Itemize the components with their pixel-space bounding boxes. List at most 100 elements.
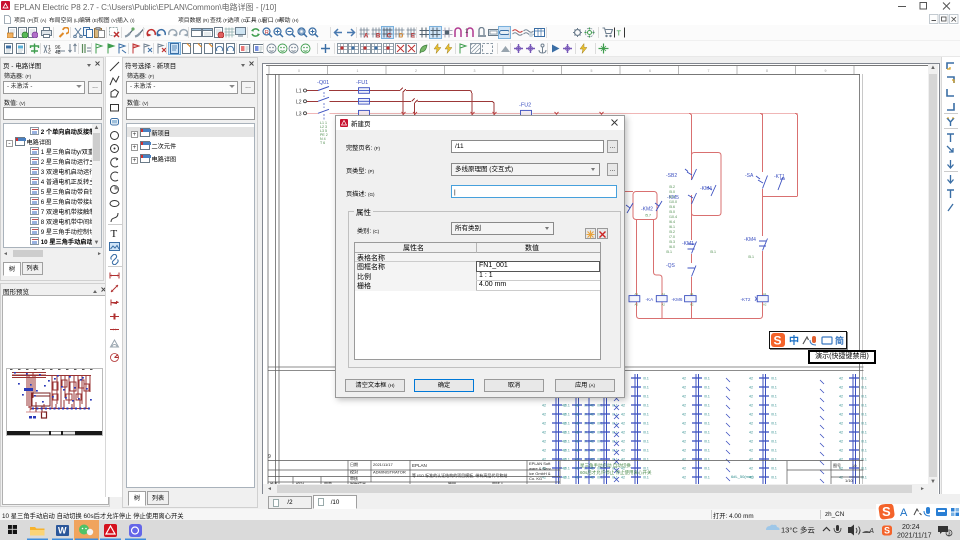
- svg-text:42: 42: [749, 449, 753, 453]
- svg-text:1: 1: [357, 69, 359, 73]
- svg-text:L2: L2: [296, 99, 302, 105]
- svg-text:42: 42: [621, 431, 625, 435]
- svg-text:/0.1: /0.1: [704, 395, 710, 399]
- svg-text:0: 0: [298, 69, 300, 73]
- svg-text:/0.1: /0.1: [704, 386, 710, 390]
- svg-text:42: 42: [839, 458, 843, 462]
- svg-text:/0.1: /0.1: [861, 404, 867, 408]
- svg-text:42: 42: [749, 458, 753, 462]
- svg-text:Co. KG: Co. KG: [529, 476, 542, 481]
- svg-text:/10.4: /10.4: [669, 215, 677, 219]
- svg-text:/0.1: /0.1: [771, 404, 777, 408]
- svg-text:T: T: [111, 228, 118, 238]
- svg-text:13°C 多云: 13°C 多云: [781, 525, 815, 535]
- svg-text:L3: L3: [296, 111, 302, 117]
- svg-text:-SB2: -SB2: [666, 173, 677, 179]
- svg-text:42: 42: [562, 476, 566, 480]
- svg-text:8: 8: [766, 69, 768, 73]
- svg-text:/0.1: /0.1: [771, 413, 777, 417]
- svg-text:48: 48: [55, 50, 61, 54]
- svg-text:A: A: [868, 526, 874, 535]
- svg-text:/0.1: /0.1: [861, 440, 867, 444]
- svg-text:42: 42: [562, 467, 566, 471]
- svg-text:/5.7: /5.7: [645, 214, 651, 218]
- svg-text:/5.2: /5.2: [669, 185, 675, 189]
- svg-text:/0.1: /0.1: [643, 449, 649, 453]
- svg-text:-KM4: -KM4: [744, 237, 756, 243]
- svg-text:/0.1: /0.1: [861, 476, 867, 480]
- svg-text:42: 42: [575, 440, 579, 444]
- svg-text:A1: A1: [662, 292, 666, 296]
- svg-text:42: 42: [749, 431, 753, 435]
- svg-text:42: 42: [621, 422, 625, 426]
- svg-text:42: 42: [590, 404, 594, 408]
- svg-text:5: 5: [591, 69, 593, 73]
- svg-text:/5.1: /5.1: [748, 255, 754, 259]
- svg-text:/6.0: /6.0: [669, 245, 675, 249]
- svg-text:L1: L1: [296, 89, 302, 95]
- svg-text:A2: A2: [662, 303, 666, 307]
- svg-text:-KM2: -KM2: [641, 207, 653, 213]
- svg-text:/5.2: /5.2: [669, 230, 675, 234]
- svg-text:/0.1: /0.1: [771, 458, 777, 462]
- svg-text:/0.1: /0.1: [861, 395, 867, 399]
- svg-text:1: 1: [465, 29, 469, 35]
- svg-text:A2: A2: [635, 303, 639, 307]
- svg-text:42: 42: [839, 449, 843, 453]
- svg-text:42: 42: [562, 449, 566, 453]
- svg-text:/0.1: /0.1: [861, 422, 867, 426]
- svg-text:42: 42: [542, 449, 546, 453]
- svg-text:6#L_50(mm): 6#L_50(mm): [731, 474, 754, 479]
- svg-text:/0.1: /0.1: [643, 404, 649, 408]
- svg-text:42: 42: [542, 440, 546, 444]
- svg-text:42: 42: [749, 395, 753, 399]
- svg-text:42: 42: [839, 422, 843, 426]
- svg-text:/0.1: /0.1: [643, 431, 649, 435]
- svg-text:/0.1: /0.1: [704, 422, 710, 426]
- svg-text:42: 42: [839, 386, 843, 390]
- svg-text:/0.1: /0.1: [643, 386, 649, 390]
- svg-text:E: E: [411, 34, 415, 39]
- svg-text:/0.1: /0.1: [861, 431, 867, 435]
- svg-text:/5.3: /5.3: [669, 240, 675, 244]
- svg-text:9: 9: [268, 454, 271, 460]
- svg-text:42: 42: [575, 404, 579, 408]
- svg-text:42: 42: [749, 440, 753, 444]
- svg-text:42: 42: [542, 431, 546, 435]
- svg-text:42: 42: [682, 476, 686, 480]
- svg-text:/0.1: /0.1: [771, 476, 777, 480]
- svg-text:/0.1: /0.1: [643, 440, 649, 444]
- svg-text:42: 42: [575, 458, 579, 462]
- svg-text:/6.1: /6.1: [669, 225, 675, 229]
- svg-text:W: W: [58, 526, 67, 536]
- svg-text:/5.0: /5.0: [669, 210, 675, 214]
- svg-text:/0.1: /0.1: [704, 404, 710, 408]
- svg-text:42: 42: [542, 404, 546, 408]
- svg-text:D: D: [399, 34, 404, 39]
- svg-text:42: 42: [682, 440, 686, 444]
- svg-text:A2: A2: [690, 303, 694, 307]
- svg-text:42: 42: [621, 449, 625, 453]
- svg-text:/10.0: /10.0: [669, 200, 677, 204]
- svg-text:-FU1: -FU1: [356, 80, 368, 86]
- svg-text:S: S: [774, 334, 782, 348]
- svg-text:42: 42: [590, 449, 594, 453]
- svg-text:/0.1: /0.1: [861, 449, 867, 453]
- svg-text:ADMINISTRATOR: ADMINISTRATOR: [373, 470, 406, 475]
- svg-text:42: 42: [839, 404, 843, 408]
- svg-text:4: 4: [532, 69, 534, 73]
- svg-text:42: 42: [575, 431, 579, 435]
- svg-text:S: S: [882, 504, 891, 519]
- svg-text:/0.1: /0.1: [643, 395, 649, 399]
- svg-text:R: R: [265, 30, 269, 36]
- svg-text:42: 42: [749, 467, 753, 471]
- svg-text:/0.1: /0.1: [861, 377, 867, 381]
- svg-text:-QS: -QS: [666, 263, 676, 269]
- svg-text:/0.1: /0.1: [771, 386, 777, 390]
- svg-text:/0.1: /0.1: [771, 377, 777, 381]
- svg-text:42: 42: [590, 413, 594, 417]
- svg-text:42: 42: [749, 386, 753, 390]
- svg-text:42: 42: [542, 413, 546, 417]
- svg-text:42: 42: [621, 476, 625, 480]
- svg-text:/0.1: /0.1: [643, 458, 649, 462]
